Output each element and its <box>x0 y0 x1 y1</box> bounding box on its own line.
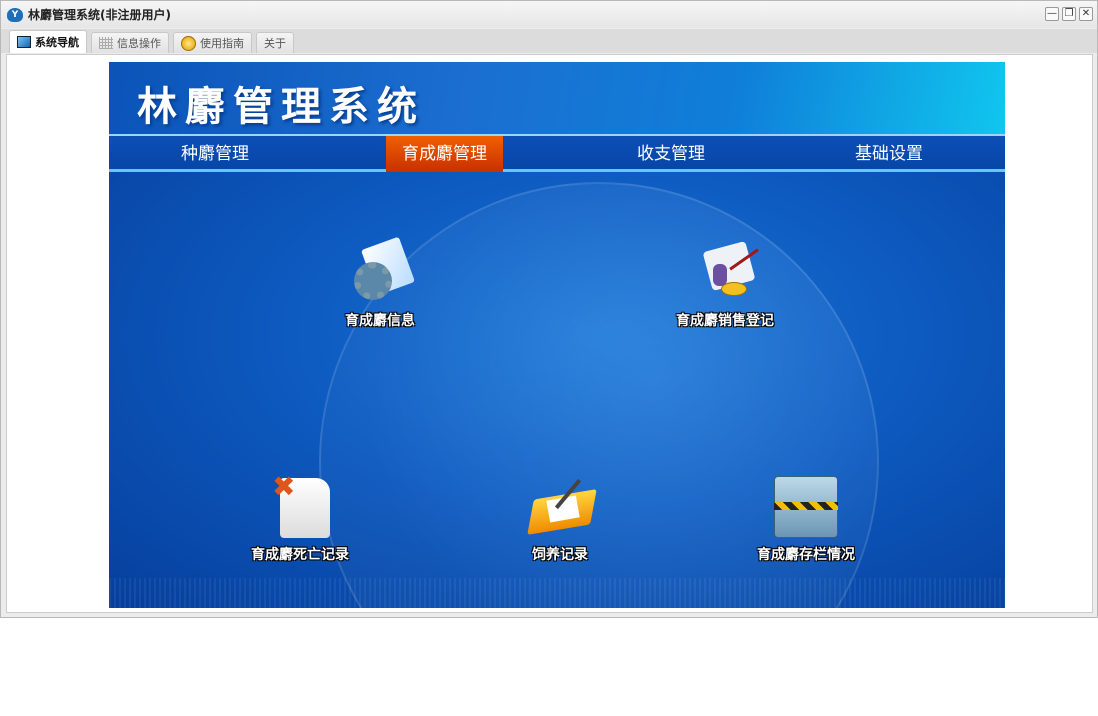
close-button[interactable]: ✕ <box>1079 7 1093 21</box>
banner-title: 林麝管理系统 <box>137 84 425 130</box>
nav-young-musk[interactable]: 育成麝管理 <box>386 136 503 172</box>
item-young-musk-stock[interactable]: 育成麝存栏情况 <box>726 472 886 564</box>
item-label: 育成麝存栏情况 <box>757 547 855 563</box>
grid-icon <box>99 37 113 49</box>
app-logo-icon: Y <box>7 7 23 22</box>
tab-label: 关于 <box>264 37 286 50</box>
item-young-musk-sales[interactable]: 育成麝销售登记 <box>645 238 805 330</box>
nav-settings[interactable]: 基础设置 <box>829 136 949 172</box>
minimize-button[interactable]: — <box>1045 7 1059 21</box>
item-label: 育成麝死亡记录 <box>251 547 349 563</box>
tab-label: 信息操作 <box>117 37 161 50</box>
tab-system-nav[interactable]: 系统导航 <box>9 30 87 53</box>
item-label: 饲养记录 <box>532 547 588 563</box>
decor-grid <box>109 578 1005 608</box>
main-nav: 种麝管理 育成麝管理 收支管理 基础设置 <box>109 134 1005 172</box>
title-bar: Y 林麝管理系统(非注册用户) — ❐ ✕ <box>1 1 1097 28</box>
tab-label: 使用指南 <box>200 37 244 50</box>
restore-button[interactable]: ❐ <box>1062 7 1076 21</box>
monitor-icon <box>17 36 31 48</box>
item-young-musk-info[interactable]: 育成麝信息 <box>300 236 460 330</box>
window-title: 林麝管理系统(非注册用户) <box>28 8 171 22</box>
tab-about[interactable]: 关于 <box>256 32 294 53</box>
nav-finance[interactable]: 收支管理 <box>611 136 731 172</box>
tab-info-ops[interactable]: 信息操作 <box>91 32 169 53</box>
gear-document-icon <box>346 236 416 306</box>
delete-record-icon: ✖ <box>266 472 334 540</box>
help-icon <box>181 35 196 51</box>
item-label: 育成麝信息 <box>345 313 415 329</box>
tab-strip: 系统导航 信息操作 使用指南 关于 <box>1 29 1097 53</box>
folder-icon <box>772 472 840 540</box>
item-young-musk-death[interactable]: ✖ 育成麝死亡记录 <box>220 472 380 564</box>
nav-breeding-musk[interactable]: 种麝管理 <box>155 136 275 172</box>
item-feeding-record[interactable]: 饲养记录 <box>480 472 640 564</box>
main-banner: 林麝管理系统 种麝管理 育成麝管理 收支管理 基础设置 育成麝信息 育成麝销售登… <box>109 62 1005 608</box>
banner-header: 林麝管理系统 <box>109 62 1005 134</box>
folder-pen-icon <box>526 472 597 540</box>
tab-user-guide[interactable]: 使用指南 <box>173 32 252 53</box>
tab-label: 系统导航 <box>35 36 79 49</box>
item-label: 育成麝销售登记 <box>676 313 774 329</box>
sales-register-icon <box>691 238 759 306</box>
